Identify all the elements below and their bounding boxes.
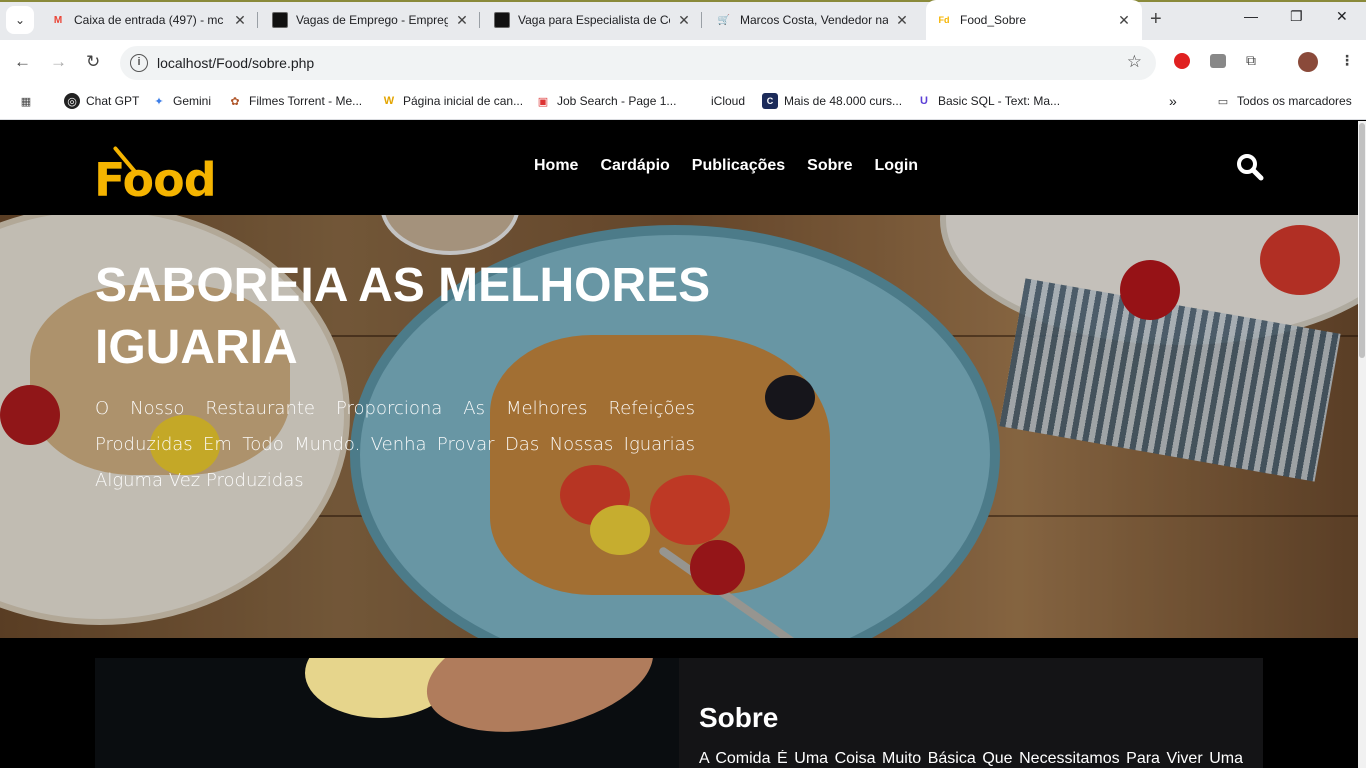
about-title: Sobre (699, 702, 779, 733)
tab-vaga-especialista[interactable]: Vaga para Especialista de Co ✕ (484, 6, 702, 34)
bookmark-label: Job Search - Page 1... (557, 94, 677, 108)
tab-separator (257, 12, 258, 28)
all-bookmarks[interactable]: ▭ Todos os marcadores (1215, 93, 1352, 109)
bookmark-label: Filmes Torrent - Me... (249, 94, 363, 108)
tab-gmail[interactable]: M Caixa de entrada (497) - mc ✕ (40, 6, 258, 34)
tab-vagas[interactable]: Vagas de Emprego - Empreg ✕ (262, 6, 480, 34)
gmail-icon: M (53, 14, 63, 26)
restore-button[interactable]: ❐ (1290, 8, 1303, 25)
job-icon: ▣ (537, 95, 549, 108)
avatar[interactable] (1298, 52, 1318, 72)
site-info-icon[interactable]: i (130, 54, 148, 72)
about-body: Sobre A Comida É Uma Coisa Muito Básica … (679, 658, 1263, 768)
close-icon[interactable]: ✕ (232, 12, 248, 29)
minimize-button[interactable]: — (1244, 8, 1258, 24)
tab-strip: ⌄ M Caixa de entrada (497) - mc ✕ Vagas … (0, 0, 1366, 40)
extension-icon[interactable] (1210, 54, 1226, 68)
bookmark-star-icon[interactable]: ☆ (1127, 52, 1142, 72)
site-logo[interactable]: Food (94, 139, 218, 207)
folder-icon: ▭ (1217, 95, 1229, 108)
about-section: Sobre A Comida É Uma Coisa Muito Básica … (95, 658, 1263, 768)
bookmark-label: Mais de 48.000 curs... (784, 94, 903, 108)
tab-marcos-costa[interactable]: 🛒 Marcos Costa, Vendedor na ✕ (706, 6, 920, 34)
tab-search-button[interactable]: ⌄ (6, 6, 34, 34)
forward-button[interactable]: → (50, 52, 67, 72)
close-icon[interactable]: ✕ (894, 12, 910, 29)
adblock-extension-icon[interactable] (1174, 53, 1190, 69)
tab-title: Vagas de Emprego - Empreg (296, 13, 448, 27)
hero-text: O Nosso Restaurante Proporciona As Melho… (95, 398, 695, 491)
bookmark-label: Gemini (173, 94, 212, 108)
extensions-puzzle-icon[interactable]: ⧉ (1246, 52, 1256, 69)
bookmark-cursos[interactable]: C Mais de 48.000 curs... (762, 93, 902, 109)
all-bookmarks-label: Todos os marcadores (1237, 94, 1352, 108)
bookmark-icloud[interactable]: iCloud (689, 93, 745, 109)
nav-cardapio[interactable]: Cardápio (600, 157, 669, 175)
new-tab-button[interactable]: + (1150, 8, 1162, 31)
cart-icon: 🛒 (717, 14, 731, 26)
window-top-border (0, 0, 1366, 2)
hero-title: SABOREIA AS MELHORES IGUARIA (95, 259, 711, 374)
bookmark-gemini[interactable]: ✦ Gemini (151, 93, 211, 109)
about-text: A Comida É Uma Coisa Muito Básica Que Ne… (699, 750, 1243, 767)
bookmark-chatgpt[interactable]: ◎ Chat GPT (64, 93, 139, 109)
torrent-icon: ✿ (230, 95, 240, 108)
reload-button[interactable]: ↻ (86, 52, 100, 72)
scrollbar-thumb[interactable] (1359, 123, 1365, 358)
browser-toolbar: ← → ↻ i localhost/Food/sobre.php ☆ (0, 40, 1366, 86)
bookmark-job-search[interactable]: ▣ Job Search - Page 1... (535, 93, 677, 109)
apple-icon (689, 93, 705, 109)
tab-title: Caixa de entrada (497) - mc (74, 13, 224, 27)
hero-banner: SABOREIA AS MELHORES IGUARIA O Nosso Res… (0, 215, 1358, 638)
url-text[interactable]: localhost/Food/sobre.php (157, 55, 314, 71)
close-icon[interactable]: ✕ (1116, 12, 1132, 29)
tab-title: Vaga para Especialista de Co (518, 13, 670, 27)
page-scrollbar[interactable] (1358, 121, 1366, 768)
close-icon[interactable]: ✕ (676, 12, 692, 29)
logo-text: Food (94, 153, 217, 207)
nav-publicacoes[interactable]: Publicações (692, 157, 785, 175)
bookmarks-bar: ▦ ◎ Chat GPT ✦ Gemini ✿ Filmes Torrent -… (0, 86, 1366, 120)
address-bar[interactable]: i localhost/Food/sobre.php ☆ (120, 46, 1156, 80)
site-icon (272, 12, 288, 28)
w-icon: W (383, 95, 395, 107)
window-close-button[interactable]: ✕ (1336, 8, 1348, 25)
tab-separator (479, 12, 480, 28)
about-image-hand (416, 658, 664, 751)
nav-home[interactable]: Home (534, 157, 578, 175)
close-icon[interactable]: ✕ (454, 12, 470, 29)
nav-sobre[interactable]: Sobre (807, 157, 852, 175)
site-icon (494, 12, 510, 28)
chatgpt-icon: ◎ (64, 93, 80, 109)
back-button[interactable]: ← (14, 52, 31, 72)
gemini-icon: ✦ (154, 95, 164, 108)
course-icon: C (762, 93, 778, 109)
food-icon: Fd (938, 15, 950, 25)
about-image (95, 658, 679, 768)
bookmark-label: Página inicial de can... (403, 94, 524, 108)
tab-separator (701, 12, 702, 28)
main-nav: Home Cardápio Publicações Sobre Login (534, 157, 918, 175)
menu-kebab-icon[interactable]: ⋮ (1340, 52, 1354, 69)
bookmark-label: Basic SQL - Text: Ma... (938, 94, 1061, 108)
site-header: Food Home Cardápio Publicações Sobre Log… (0, 121, 1358, 215)
bookmark-filmes-torrent[interactable]: ✿ Filmes Torrent - Me... (227, 93, 362, 109)
apps-grid-icon[interactable]: ▦ (18, 93, 40, 109)
bookmark-basic-sql[interactable]: U Basic SQL - Text: Ma... (916, 93, 1060, 109)
nav-login[interactable]: Login (875, 157, 919, 175)
tab-title: Marcos Costa, Vendedor na (740, 13, 888, 27)
tab-food-sobre[interactable]: Fd Food_Sobre ✕ (926, 0, 1142, 40)
search-icon[interactable] (1236, 153, 1264, 181)
bookmark-label: Chat GPT (86, 94, 140, 108)
bookmark-label: iCloud (711, 94, 746, 108)
more-bookmarks-chevron-icon[interactable]: » (1169, 93, 1177, 109)
bookmark-pagina-inicial[interactable]: W Página inicial de can... (381, 93, 523, 109)
u-icon: U (920, 95, 928, 107)
tab-title: Food_Sobre (960, 13, 1027, 27)
